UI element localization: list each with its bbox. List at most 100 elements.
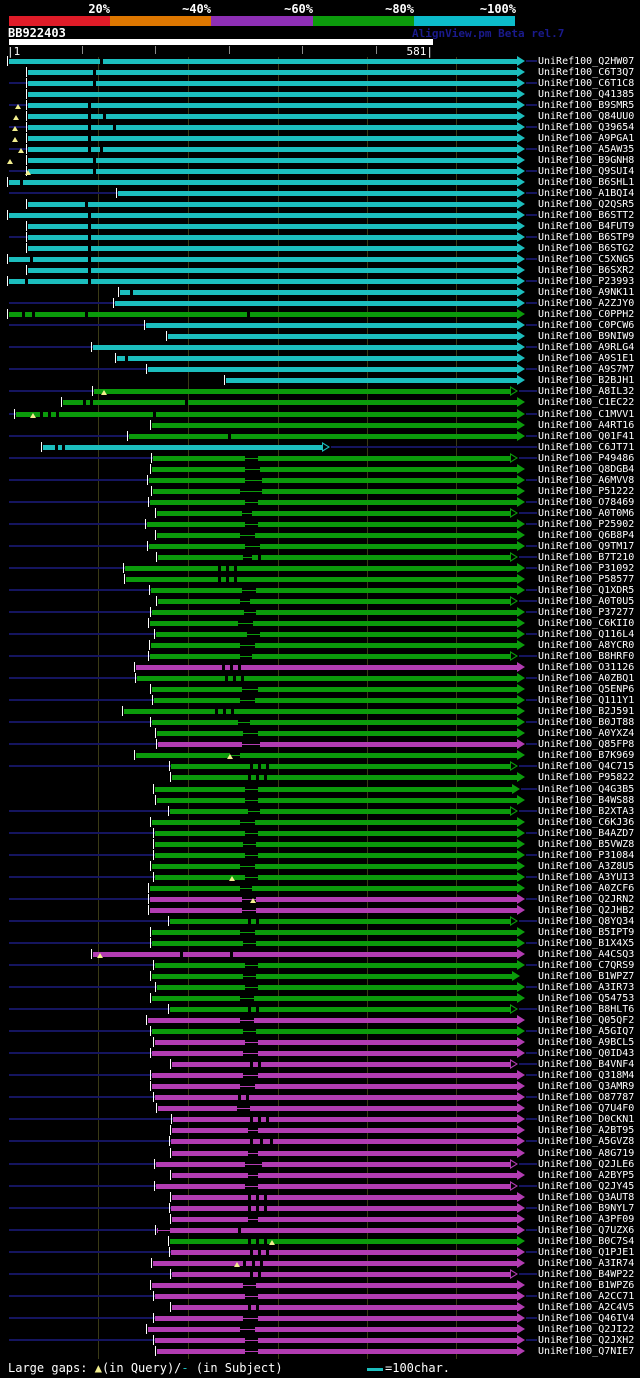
subject-id-label[interactable]: UniRef100_A0ZCF6 <box>538 883 634 894</box>
subject-id-label[interactable]: UniRef100_P51222 <box>538 486 634 497</box>
subject-id-label[interactable]: UniRef100_C7QRS9 <box>538 960 634 971</box>
subject-id-label[interactable]: UniRef100_P23993 <box>538 276 634 287</box>
subject-id-label[interactable]: UniRef100_C1MVV1 <box>538 409 634 420</box>
subject-id-label[interactable]: UniRef100_B4FUT9 <box>538 221 634 232</box>
subject-id-label[interactable]: UniRef100_A1BQI4 <box>538 188 634 199</box>
subject-id-label[interactable]: UniRef100_Q2JXH2 <box>538 1335 634 1346</box>
subject-id-label[interactable]: UniRef100_A6MVV8 <box>538 475 634 486</box>
subject-id-label[interactable]: UniRef100_Q2JI22 <box>538 1324 634 1335</box>
subject-id-label[interactable]: UniRef100_Q2JLE6 <box>538 1159 634 1170</box>
subject-id-label[interactable]: UniRef100_P31084 <box>538 850 634 861</box>
subject-id-label[interactable]: UniRef100_B2J591 <box>538 706 634 717</box>
subject-id-label[interactable]: UniRef100_P37277 <box>538 607 634 618</box>
subject-id-label[interactable]: UniRef100_B9NYL7 <box>538 1203 634 1214</box>
subject-id-label[interactable]: UniRef100_Q3AUT8 <box>538 1192 634 1203</box>
subject-id-label[interactable]: UniRef100_Q7U4F0 <box>538 1103 634 1114</box>
subject-id-label[interactable]: UniRef100_P49486 <box>538 453 634 464</box>
subject-id-label[interactable]: UniRef100_Q116L4 <box>538 629 634 640</box>
subject-id-label[interactable]: UniRef100_A2C4V5 <box>538 1302 634 1313</box>
subject-id-label[interactable]: UniRef100_P95822 <box>538 772 634 783</box>
subject-id-label[interactable]: UniRef100_A2ZJY0 <box>538 298 634 309</box>
subject-id-label[interactable]: UniRef100_A9RLG4 <box>538 342 634 353</box>
subject-id-label[interactable]: UniRef100_A8YCR0 <box>538 640 634 651</box>
subject-id-label[interactable]: UniRef100_A5GIQ7 <box>538 1026 634 1037</box>
subject-id-label[interactable]: UniRef100_Q54753 <box>538 993 634 1004</box>
subject-id-label[interactable]: UniRef100_Q2JY45 <box>538 1181 634 1192</box>
subject-id-label[interactable]: UniRef100_B8HRF0 <box>538 651 634 662</box>
subject-id-label[interactable]: UniRef100_A3YUI3 <box>538 872 634 883</box>
subject-id-label[interactable]: UniRef100_C6JT71 <box>538 442 634 453</box>
subject-id-label[interactable]: UniRef100_B4WS88 <box>538 795 634 806</box>
subject-id-label[interactable]: UniRef100_B7K969 <box>538 750 634 761</box>
subject-id-label[interactable]: UniRef100_A8G719 <box>538 1148 634 1159</box>
subject-id-label[interactable]: UniRef100_A4CSQ3 <box>538 949 634 960</box>
subject-id-label[interactable]: UniRef100_Q4G3B5 <box>538 784 634 795</box>
subject-id-label[interactable]: UniRef100_A2BT95 <box>538 1125 634 1136</box>
subject-id-label[interactable]: UniRef100_Q3AMR9 <box>538 1081 634 1092</box>
subject-id-label[interactable]: UniRef100_C6KII0 <box>538 618 634 629</box>
subject-id-label[interactable]: UniRef100_Q8DGB4 <box>538 464 634 475</box>
subject-id-label[interactable]: UniRef100_O78469 <box>538 497 634 508</box>
subject-id-label[interactable]: UniRef100_P31092 <box>538 563 634 574</box>
subject-id-label[interactable]: UniRef100_Q01F41 <box>538 431 634 442</box>
subject-id-label[interactable]: UniRef100_B1WPZ6 <box>538 1280 634 1291</box>
subject-id-label[interactable]: UniRef100_A3IR74 <box>538 1258 634 1269</box>
subject-id-label[interactable]: UniRef100_D0CKN1 <box>538 1114 634 1125</box>
subject-id-label[interactable]: UniRef100_B8HLT6 <box>538 1004 634 1015</box>
subject-id-label[interactable]: UniRef100_Q46IV4 <box>538 1313 634 1324</box>
subject-id-label[interactable]: UniRef100_A0T0U5 <box>538 596 634 607</box>
subject-id-label[interactable]: UniRef100_Q41385 <box>538 89 634 100</box>
subject-id-label[interactable]: UniRef100_A3IR73 <box>538 982 634 993</box>
subject-id-label[interactable]: UniRef100_B9GNH8 <box>538 155 634 166</box>
subject-id-label[interactable]: UniRef100_C0PPH2 <box>538 309 634 320</box>
subject-id-label[interactable]: UniRef100_Q85FP8 <box>538 739 634 750</box>
subject-id-label[interactable]: UniRef100_B2BJH1 <box>538 375 634 386</box>
subject-id-label[interactable]: UniRef100_Q7NIE7 <box>538 1346 634 1357</box>
subject-id-label[interactable]: UniRef100_A3PF09 <box>538 1214 634 1225</box>
subject-id-label[interactable]: UniRef100_Q318M4 <box>538 1070 634 1081</box>
subject-id-label[interactable]: UniRef100_Q39654 <box>538 122 634 133</box>
subject-id-label[interactable]: UniRef100_O87787 <box>538 1092 634 1103</box>
subject-id-label[interactable]: UniRef100_C6T1C8 <box>538 78 634 89</box>
subject-id-label[interactable]: UniRef100_B5IPT9 <box>538 927 634 938</box>
subject-id-label[interactable]: UniRef100_A5GVZ8 <box>538 1136 634 1147</box>
subject-id-label[interactable]: UniRef100_B9NIW9 <box>538 331 634 342</box>
subject-id-label[interactable]: UniRef100_C0PCW6 <box>538 320 634 331</box>
subject-id-label[interactable]: UniRef100_A9S7M7 <box>538 364 634 375</box>
subject-id-label[interactable]: UniRef100_B6STT2 <box>538 210 634 221</box>
subject-id-label[interactable]: UniRef100_Q111Y1 <box>538 695 634 706</box>
subject-id-label[interactable]: UniRef100_B2XTA3 <box>538 806 634 817</box>
subject-id-label[interactable]: UniRef100_Q5ENP6 <box>538 684 634 695</box>
subject-id-label[interactable]: UniRef100_B0C7S4 <box>538 1236 634 1247</box>
subject-id-label[interactable]: UniRef100_Q7UZX6 <box>538 1225 634 1236</box>
subject-id-label[interactable]: UniRef100_A0ZBQ1 <box>538 673 634 684</box>
subject-id-label[interactable]: UniRef100_Q0ID43 <box>538 1048 634 1059</box>
subject-id-label[interactable]: UniRef100_B6SHL1 <box>538 177 634 188</box>
subject-id-label[interactable]: UniRef100_B4VNF4 <box>538 1059 634 1070</box>
subject-id-label[interactable]: UniRef100_C6KJ36 <box>538 817 634 828</box>
subject-id-label[interactable]: UniRef100_C6T3Q7 <box>538 67 634 78</box>
subject-id-label[interactable]: UniRef100_A5AW35 <box>538 144 634 155</box>
subject-id-label[interactable]: UniRef100_P58577 <box>538 574 634 585</box>
subject-id-label[interactable]: UniRef100_A4RT16 <box>538 420 634 431</box>
subject-id-label[interactable]: UniRef100_A9PGA1 <box>538 133 634 144</box>
subject-id-label[interactable]: UniRef100_B7T210 <box>538 552 634 563</box>
subject-id-label[interactable]: UniRef100_Q84UU0 <box>538 111 634 122</box>
subject-id-label[interactable]: UniRef100_Q2HW07 <box>538 56 634 67</box>
subject-id-label[interactable]: UniRef100_B0JT88 <box>538 717 634 728</box>
subject-id-label[interactable]: UniRef100_A0YXZ4 <box>538 728 634 739</box>
subject-id-label[interactable]: UniRef100_B5VWZ8 <box>538 839 634 850</box>
subject-id-label[interactable]: UniRef100_B4WP22 <box>538 1269 634 1280</box>
subject-id-label[interactable]: UniRef100_A8IL32 <box>538 386 634 397</box>
subject-id-label[interactable]: UniRef100_Q9SUI4 <box>538 166 634 177</box>
subject-id-label[interactable]: UniRef100_A9S1E1 <box>538 353 634 364</box>
subject-id-label[interactable]: UniRef100_Q2JHB2 <box>538 905 634 916</box>
subject-id-label[interactable]: UniRef100_P25902 <box>538 519 634 530</box>
subject-id-label[interactable]: UniRef100_Q8YQ34 <box>538 916 634 927</box>
subject-id-label[interactable]: UniRef100_B1X4X5 <box>538 938 634 949</box>
subject-id-label[interactable]: UniRef100_B6STP9 <box>538 232 634 243</box>
subject-id-label[interactable]: UniRef100_B6STG2 <box>538 243 634 254</box>
subject-id-label[interactable]: UniRef100_B6SXR2 <box>538 265 634 276</box>
subject-id-label[interactable]: UniRef100_C5XNG5 <box>538 254 634 265</box>
subject-id-label[interactable]: UniRef100_A0T0M6 <box>538 508 634 519</box>
